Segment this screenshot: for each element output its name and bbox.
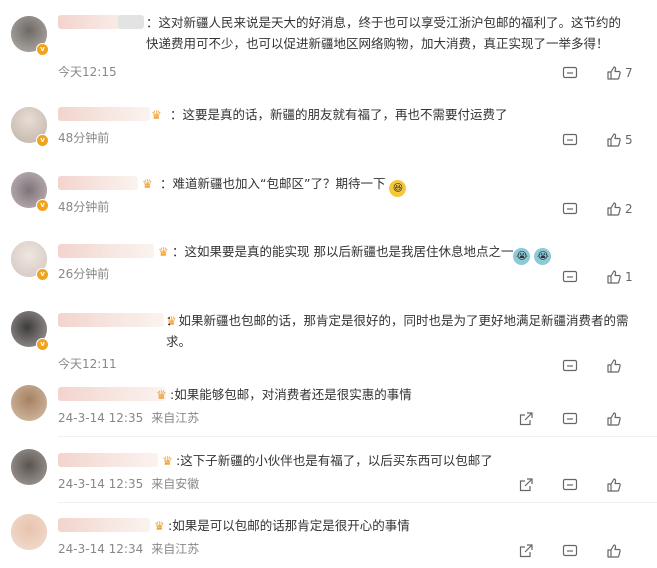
comment-actions: 1 (534, 268, 633, 286)
comment-icon[interactable] (562, 269, 578, 285)
timestamp: 48分钟前 (58, 131, 110, 145)
thumbs-up-icon[interactable] (606, 477, 622, 493)
crown-badge-icon: ♛ (154, 519, 165, 533)
like-count: 5 (625, 133, 633, 147)
timestamp: 24-3-14 12:35 (58, 477, 144, 491)
avatar[interactable] (11, 514, 47, 550)
share-icon[interactable] (518, 543, 534, 559)
comment-text: ：这对新疆人民来说是天大的好消息，终于也可以享受江浙沪包邮的福利了。这节约的快递… (146, 15, 622, 51)
location: 来自安徽 (151, 477, 200, 491)
comment-text: ：这如果要是真的能实现 那以后新疆也是我居住休息地点之一 😭 😭 (172, 241, 632, 265)
thumbs-up-icon[interactable] (606, 269, 622, 285)
comment-actions (534, 357, 633, 375)
crown-badge-icon: ♛ (151, 108, 162, 122)
timestamp: 24-3-14 12:34 (58, 542, 144, 556)
crown-badge-icon: ♛ (156, 388, 167, 402)
comment-actions (490, 542, 633, 560)
thumbs-up-icon[interactable] (606, 411, 622, 427)
username-redacted[interactable] (118, 15, 144, 29)
thumbs-up-icon[interactable] (606, 543, 622, 559)
comment-actions: 7 (534, 64, 633, 82)
divider (58, 436, 657, 437)
timestamp: 今天12:15 (58, 65, 117, 79)
verified-badge-icon: v (36, 199, 49, 212)
verified-badge-icon: v (36, 268, 49, 281)
crown-badge-icon: ♛ (142, 177, 153, 191)
comment-text-body: ：这如果要是真的能实现 那以后新疆也是我居住休息地点之一 (172, 244, 514, 259)
timestamp: 今天12:11 (58, 357, 117, 371)
comment-text: :这下子新疆的小伙伴也是有福了，以后买东西可以包邮了 (176, 453, 493, 468)
timestamp: 24-3-14 12:35 (58, 411, 144, 425)
crown-badge-icon: ♛ (158, 245, 169, 259)
comment-icon[interactable] (562, 65, 578, 81)
comment-icon[interactable] (562, 132, 578, 148)
thumbs-up-icon[interactable] (606, 65, 622, 81)
comment-meta: 48分钟前 (58, 130, 117, 146)
username-redacted[interactable] (58, 244, 154, 258)
timestamp: 48分钟前 (58, 200, 110, 214)
comment-icon[interactable] (562, 411, 578, 427)
timestamp: 26分钟前 (58, 267, 110, 281)
location: 来自江苏 (151, 411, 200, 425)
comment-meta: 48分钟前 (58, 199, 117, 215)
location: 来自江苏 (151, 542, 200, 556)
comment-actions (490, 410, 633, 428)
username-redacted[interactable] (58, 176, 138, 190)
username-redacted[interactable] (58, 453, 158, 467)
comment-meta: 26分钟前 (58, 266, 117, 282)
comment-text: :如果能够包邮，对消费者还是很实惠的事情 (170, 387, 412, 402)
comment-meta: 今天12:15 (58, 64, 125, 80)
comment-text: ：难道新疆也加入“包邮区”了？期待一下 😆 (160, 173, 620, 197)
username-redacted[interactable] (58, 518, 150, 532)
username-redacted[interactable] (58, 313, 164, 327)
thumbs-up-icon[interactable] (606, 201, 622, 217)
crying-emoji-icon: 😭 (513, 248, 531, 265)
avatar[interactable] (11, 385, 47, 421)
username-redacted[interactable] (58, 387, 166, 401)
comment-text-body: ：难道新疆也加入“包邮区”了？期待一下 (160, 176, 386, 191)
verified-badge-icon: v (36, 134, 49, 147)
comment-icon[interactable] (562, 543, 578, 559)
crown-badge-icon: ♛ (162, 454, 173, 468)
comment-meta: 24-3-14 12:34 来自江苏 (58, 541, 207, 557)
comment-meta: 24-3-14 12:35 来自江苏 (58, 410, 207, 426)
comment-meta: 24-3-14 12:35 来自安徽 (58, 476, 207, 492)
avatar[interactable] (11, 449, 47, 485)
username-redacted[interactable] (58, 107, 150, 121)
crying-emoji-icon: 😭 (534, 248, 552, 265)
thumbs-up-icon[interactable] (606, 132, 622, 148)
comment-actions: 5 (534, 131, 633, 149)
comment-icon[interactable] (562, 477, 578, 493)
comment-text: ：这要是真的话，新疆的朋友就有福了，再也不需要付运费了 (170, 107, 508, 122)
comment-icon[interactable] (562, 201, 578, 217)
comment-text: ：如果新疆也包邮的话，那肯定是很好的，同时也是为了更好地满足新疆消费者的需求。 (166, 313, 629, 349)
verified-badge-icon: v (36, 338, 49, 351)
share-icon[interactable] (518, 477, 534, 493)
comment-text: :如果是可以包邮的话那肯定是很开心的事情 (168, 518, 410, 533)
like-count: 7 (625, 66, 633, 80)
like-count: 2 (625, 202, 633, 216)
laughing-emoji-icon: 😆 (389, 180, 407, 197)
thumbs-up-icon[interactable] (606, 358, 622, 374)
comment-actions (490, 476, 633, 494)
comment-meta: 今天12:11 (58, 356, 125, 372)
comment-icon[interactable] (562, 358, 578, 374)
verified-badge-icon: v (36, 43, 49, 56)
comment-actions: 2 (534, 200, 633, 218)
share-icon[interactable] (518, 411, 534, 427)
divider (58, 502, 657, 503)
like-count: 1 (625, 270, 633, 284)
